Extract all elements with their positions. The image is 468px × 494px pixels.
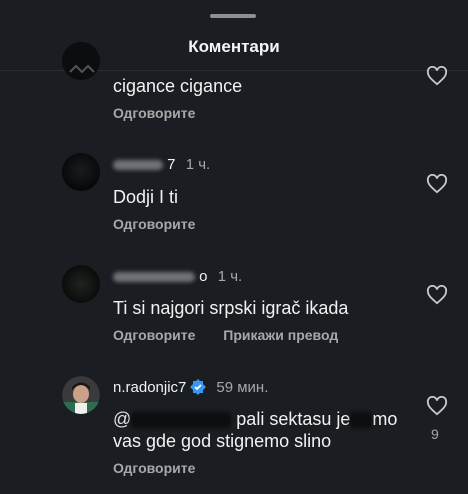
avatar[interactable] xyxy=(62,376,100,414)
redacted-username xyxy=(113,272,195,283)
reply-button[interactable]: Одговорите xyxy=(113,460,195,476)
comment-actions: Одговорите xyxy=(113,216,219,232)
avatar[interactable] xyxy=(62,42,100,80)
heart-outline-icon[interactable] xyxy=(426,285,448,305)
redacted-username xyxy=(113,160,163,171)
comment-text: Ti si najgori srpski igrač ikada xyxy=(113,298,349,318)
comment-text: @ pali sektasu je mo xyxy=(113,407,397,431)
reply-button[interactable]: Одговорите xyxy=(113,105,195,121)
reply-button[interactable]: Одговорите xyxy=(113,327,195,343)
avatar[interactable] xyxy=(62,265,100,303)
like-count: 9 xyxy=(431,426,439,442)
redacted-word xyxy=(350,412,373,429)
comment-meta: n.radonjic7 59 мин. xyxy=(113,379,268,396)
reply-button[interactable]: Одговорите xyxy=(113,216,195,232)
comment-text: Dodji I ti xyxy=(113,187,179,207)
username[interactable]: 7 xyxy=(167,156,175,173)
comment-text: cigance cigance xyxy=(113,76,243,96)
username[interactable]: n.radonjic7 xyxy=(113,379,186,396)
comment-time: 1 ч. xyxy=(185,156,211,173)
comment-time: 59 мин. xyxy=(216,379,269,396)
comment-text-line1: pali sektasu je xyxy=(236,409,351,429)
username[interactable]: o xyxy=(199,268,207,285)
comment-time: 1 ч. xyxy=(217,268,243,285)
comment-actions: Одговорите Прикажи превод xyxy=(113,327,362,343)
mention-prefix: @ xyxy=(113,409,132,429)
show-translation-button[interactable]: Прикажи превод xyxy=(223,327,338,343)
heart-outline-icon[interactable] xyxy=(426,66,448,86)
redacted-mention xyxy=(131,412,232,429)
comment-meta: o 1 ч. xyxy=(113,268,242,285)
comment-actions: Одговорите xyxy=(113,460,219,476)
verified-badge-icon xyxy=(190,379,207,395)
comment-text-line2: vas gde god stignemo slino xyxy=(113,431,332,451)
comment-text-line1-end: mo xyxy=(372,409,398,429)
heart-outline-icon[interactable] xyxy=(426,174,448,194)
comment-actions: Одговорите xyxy=(113,105,219,121)
heart-outline-icon[interactable] xyxy=(426,396,448,416)
grabber-handle[interactable] xyxy=(210,14,256,18)
avatar[interactable] xyxy=(62,153,100,191)
comment-meta: 7 1 ч. xyxy=(113,156,210,173)
